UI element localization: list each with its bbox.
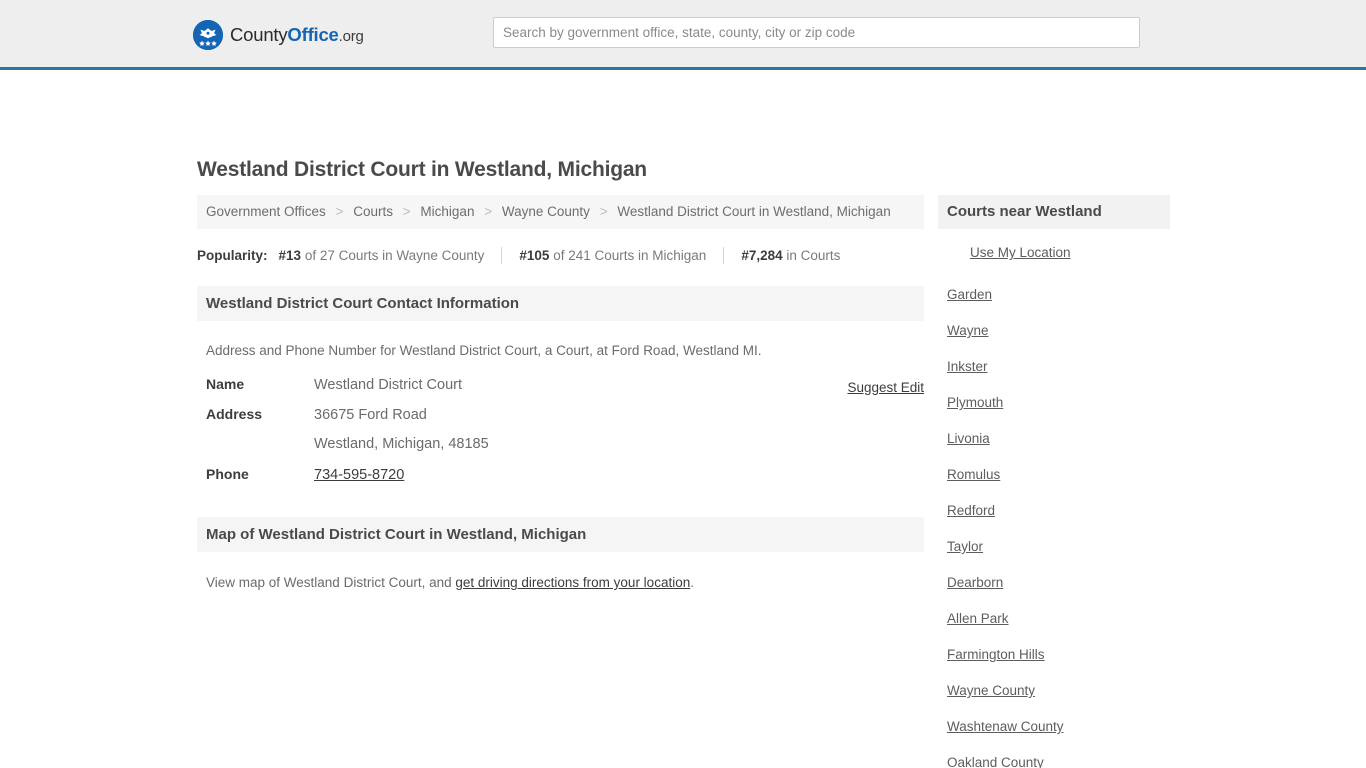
breadcrumb-separator-icon: >	[599, 204, 608, 219]
contact-section-heading: Westland District Court Contact Informat…	[197, 286, 924, 321]
site-logo-text: CountyOffice.org	[230, 23, 364, 45]
popularity-label: Popularity:	[197, 247, 268, 263]
phone-link[interactable]: 734-595-8720	[314, 467, 404, 483]
map-section-description: View map of Westland District Court, and…	[197, 575, 924, 590]
contact-row-address: Address 36675 Ford Road	[206, 406, 915, 436]
popularity-rest-state: of 241 Courts in Michigan	[553, 247, 707, 263]
sidebar-item-romulus[interactable]: Romulus	[938, 457, 1170, 493]
popularity-bar: Popularity: #13 of 27 Courts in Wayne Co…	[197, 245, 924, 265]
page-title: Westland District Court in Westland, Mic…	[197, 158, 647, 181]
map-section-heading: Map of Westland District Court in Westla…	[197, 517, 924, 552]
breadcrumb-item-michigan[interactable]: Michigan	[420, 204, 474, 219]
contact-key-name: Name	[206, 376, 245, 392]
list-item: Dearborn	[938, 565, 1170, 601]
page-body: Westland District Court in Westland, Mic…	[0, 70, 1366, 768]
sidebar-item-oakland-county[interactable]: Oakland County	[938, 745, 1170, 768]
list-item: Allen Park	[938, 601, 1170, 637]
list-item: Wayne	[938, 313, 1170, 349]
sidebar-item-plymouth[interactable]: Plymouth	[938, 385, 1170, 421]
driving-directions-link[interactable]: get driving directions from your locatio…	[455, 575, 690, 590]
map-description-prefix: View map of Westland District Court, and	[206, 575, 456, 590]
search-input[interactable]	[493, 17, 1140, 48]
site-logo-link[interactable]: CountyOffice.org	[193, 19, 364, 51]
sidebar-list: Use My Location Garden Wayne Inkster Ply…	[938, 229, 1170, 768]
header-inner: CountyOffice.org	[0, 0, 1366, 67]
contact-row-phone: Phone 734-595-8720	[206, 466, 915, 496]
popularity-rest-overall: in Courts	[786, 247, 841, 263]
list-item: Romulus	[938, 457, 1170, 493]
breadcrumb-separator-icon: >	[402, 204, 411, 219]
breadcrumb-item-wayne-county[interactable]: Wayne County	[502, 204, 590, 219]
popularity-rank-overall: #7,284	[741, 247, 783, 263]
logo-text-office: Office	[287, 23, 339, 45]
breadcrumb: Government Offices > Courts > Michigan >…	[197, 195, 924, 229]
popularity-rank-county: #13	[278, 247, 302, 263]
popularity-item-overall: #7,284 in Courts	[741, 248, 840, 263]
list-item: Plymouth	[938, 385, 1170, 421]
eagle-seal-logo-icon	[193, 20, 223, 50]
contact-value-name: Westland District Court	[314, 377, 462, 393]
list-item: Oakland County	[938, 745, 1170, 768]
contact-section-description: Address and Phone Number for Westland Di…	[206, 343, 762, 358]
contact-value-address-line1: 36675 Ford Road	[314, 407, 427, 423]
list-item: Use My Location	[938, 229, 1170, 277]
list-item: Redford	[938, 493, 1170, 529]
site-header: CountyOffice.org	[0, 0, 1366, 70]
breadcrumb-item-government-offices[interactable]: Government Offices	[206, 204, 326, 219]
logo-text-county: County	[230, 23, 288, 45]
list-item: Garden	[938, 277, 1170, 313]
sidebar-item-wayne-county[interactable]: Wayne County	[938, 673, 1170, 709]
list-item: Taylor	[938, 529, 1170, 565]
popularity-rank-state: #105	[519, 247, 550, 263]
sidebar-item-redford[interactable]: Redford	[938, 493, 1170, 529]
logo-text-org: .org	[338, 27, 364, 45]
nearby-courts-sidebar: Courts near Westland Use My Location Gar…	[938, 195, 1170, 768]
sidebar-item-dearborn[interactable]: Dearborn	[938, 565, 1170, 601]
list-item: Inkster	[938, 349, 1170, 385]
list-item: Wayne County	[938, 673, 1170, 709]
list-item: Livonia	[938, 421, 1170, 457]
contact-key-phone: Phone	[206, 466, 249, 482]
sidebar-item-washtenaw-county[interactable]: Washtenaw County	[938, 709, 1170, 745]
sidebar-item-inkster[interactable]: Inkster	[938, 349, 1170, 385]
main-column: Government Offices > Courts > Michigan >…	[197, 195, 924, 590]
popularity-item-state: #105 of 241 Courts in Michigan	[519, 248, 706, 263]
popularity-item-county: #13 of 27 Courts in Wayne County	[279, 248, 485, 263]
popularity-divider	[723, 246, 725, 264]
contact-value-address-line2: Westland, Michigan, 48185	[314, 436, 489, 452]
contact-row-address-line2: Westland, Michigan, 48185	[206, 436, 915, 466]
breadcrumb-separator-icon: >	[335, 204, 344, 219]
popularity-rest-county: of 27 Courts in Wayne County	[304, 247, 485, 263]
contact-key-address: Address	[206, 406, 263, 422]
contact-value-phone: 734-595-8720	[314, 467, 404, 483]
contact-info-table: Suggest Edit Name Westland District Cour…	[197, 376, 924, 496]
sidebar-item-garden[interactable]: Garden	[938, 277, 1170, 313]
sidebar-item-livonia[interactable]: Livonia	[938, 421, 1170, 457]
sidebar-item-wayne[interactable]: Wayne	[938, 313, 1170, 349]
breadcrumb-item-current: Westland District Court in Westland, Mic…	[617, 204, 891, 219]
suggest-edit-link[interactable]: Suggest Edit	[847, 380, 924, 395]
sidebar-item-allen-park[interactable]: Allen Park	[938, 601, 1170, 637]
contact-row-name: Name Westland District Court	[206, 376, 915, 406]
list-item: Farmington Hills	[938, 637, 1170, 673]
popularity-divider	[501, 246, 503, 264]
breadcrumb-item-courts[interactable]: Courts	[353, 204, 393, 219]
sidebar-heading: Courts near Westland	[938, 195, 1170, 229]
list-item: Washtenaw County	[938, 709, 1170, 745]
search-container	[493, 17, 1140, 48]
sidebar-item-use-my-location[interactable]: Use My Location	[938, 229, 1170, 277]
map-description-suffix: .	[690, 575, 694, 590]
breadcrumb-separator-icon: >	[484, 204, 493, 219]
sidebar-item-farmington-hills[interactable]: Farmington Hills	[938, 637, 1170, 673]
sidebar-item-taylor[interactable]: Taylor	[938, 529, 1170, 565]
